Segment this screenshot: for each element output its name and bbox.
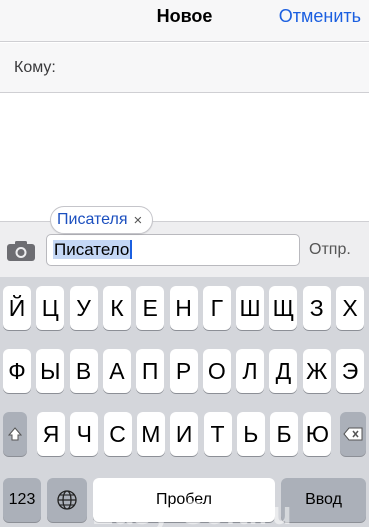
key-label: В [75, 357, 92, 384]
key-Ж[interactable]: Ж [302, 349, 331, 393]
key-Й[interactable]: Й [3, 286, 31, 330]
globe-key[interactable] [47, 478, 87, 522]
key-З[interactable]: З [302, 286, 331, 330]
message-text-value: Писатело [53, 240, 131, 259]
key-label: Б [276, 420, 292, 447]
key-П[interactable]: П [136, 349, 165, 393]
key-Щ[interactable]: Щ [269, 286, 298, 330]
key-label: Н [175, 294, 192, 321]
key-Ц[interactable]: Ц [36, 286, 65, 330]
key-label: Щ [272, 294, 295, 321]
cancel-button[interactable]: Отменить [279, 6, 361, 26]
autocorrect-suggestion-text: Писателя [57, 211, 128, 228]
key-А[interactable]: А [102, 349, 131, 393]
camera-icon[interactable] [6, 240, 36, 262]
key-Н[interactable]: Н [169, 286, 198, 330]
return-key[interactable]: Ввод [281, 478, 366, 522]
key-Д[interactable]: Д [269, 349, 298, 393]
key-Ш[interactable]: Ш [236, 286, 265, 330]
key-label: И [175, 420, 193, 447]
key-Ю[interactable]: Ю [303, 412, 332, 456]
key-label: Ы [40, 357, 61, 384]
key-label: Я [42, 420, 60, 447]
key-Л[interactable]: Л [236, 349, 265, 393]
key-Х[interactable]: Х [336, 286, 364, 330]
key-label: Й [8, 294, 26, 321]
key-label: А [109, 357, 125, 384]
key-label: У [76, 294, 91, 321]
key-label: Ц [41, 294, 59, 321]
navigation-bar: Новое Отменить [0, 0, 369, 42]
key-Я[interactable]: Я [37, 412, 65, 456]
shift-key[interactable] [3, 412, 27, 456]
space-key[interactable]: Пробел [93, 478, 275, 522]
key-Е[interactable]: Е [136, 286, 165, 330]
key-Р[interactable]: Р [169, 349, 198, 393]
autocorrect-suggestion[interactable]: Писателя × [50, 206, 154, 234]
key-label: С [109, 420, 126, 447]
key-И[interactable]: И [170, 412, 199, 456]
message-thread-area [0, 94, 369, 220]
key-Ы[interactable]: Ы [36, 349, 65, 393]
key-Т[interactable]: Т [203, 412, 232, 456]
key-label: Д [275, 357, 292, 384]
backspace-icon [343, 427, 363, 441]
key-Ф[interactable]: Ф [3, 349, 31, 393]
backspace-key[interactable] [340, 412, 366, 456]
message-text-field[interactable]: Писатело [46, 234, 300, 266]
key-Ь[interactable]: Ь [236, 412, 265, 456]
key-label: Ь [243, 420, 259, 447]
keyboard: ЙЦУКЕНГШЩЗХ ФЫВАПРОЛДЖЭ ЯЧСМИТЬБЮ 123 Пр… [0, 277, 369, 527]
key-label: Р [175, 357, 192, 384]
key-М[interactable]: М [136, 412, 165, 456]
key-О[interactable]: О [202, 349, 231, 393]
recipient-row[interactable]: Кому: [0, 43, 369, 93]
key-С[interactable]: С [103, 412, 132, 456]
shift-icon [8, 427, 22, 441]
key-label: Т [210, 420, 225, 447]
key-label: К [110, 294, 124, 321]
key-label: Э [341, 357, 359, 384]
key-label: М [141, 420, 161, 447]
key-label: Ж [306, 357, 328, 384]
key-label: Г [210, 294, 224, 321]
globe-icon [57, 490, 77, 510]
key-label: Ш [239, 294, 261, 321]
dismiss-suggestion-icon[interactable]: × [134, 212, 143, 229]
key-Г[interactable]: Г [202, 286, 231, 330]
key-Э[interactable]: Э [336, 349, 364, 393]
key-label: Ч [76, 420, 92, 447]
key-У[interactable]: У [69, 286, 98, 330]
key-В[interactable]: В [69, 349, 98, 393]
numbers-key[interactable]: 123 [3, 478, 41, 522]
key-Б[interactable]: Б [270, 412, 299, 456]
key-label: Ф [8, 357, 26, 384]
text-cursor [130, 240, 133, 259]
key-К[interactable]: К [102, 286, 131, 330]
key-Ч[interactable]: Ч [70, 412, 99, 456]
key-label: П [141, 357, 159, 384]
recipient-label: Кому: [14, 59, 56, 76]
key-label: Ю [305, 420, 330, 447]
key-label: О [207, 357, 226, 384]
key-label: Е [142, 294, 158, 321]
key-label: Л [242, 357, 258, 384]
key-label: Х [342, 294, 358, 321]
send-button[interactable]: Отпр. [309, 241, 351, 259]
key-label: З [309, 294, 324, 321]
